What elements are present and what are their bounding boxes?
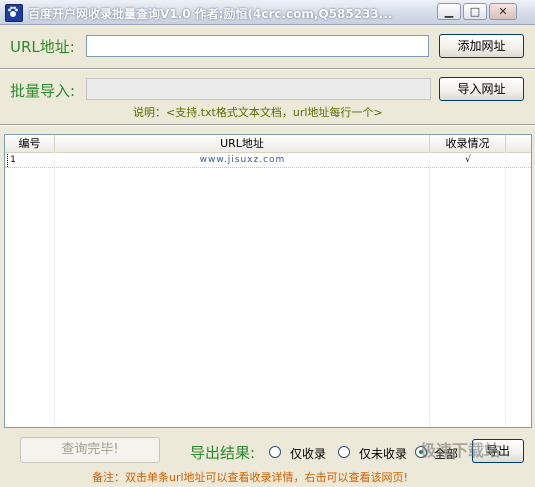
url-label: URL地址: <box>10 38 75 56</box>
import-hint: 说明：<支持.txt格式文本文档，url地址每行一个> <box>133 106 383 119</box>
divider <box>0 68 535 70</box>
title-bar[interactable]: 百度开户网收录批量查询V1.0 作者:励恒(4crc.com,Q585233..… <box>0 0 535 25</box>
add-url-button[interactable]: 添加网址 <box>439 34 524 58</box>
row-url: www.jisuxz.com <box>199 155 286 165</box>
radio-not-included-label: 仅未收录 <box>359 447 408 461</box>
url-list[interactable]: 编号 URL地址 收录情况 1 www.jisuxz.com √ <box>4 134 532 428</box>
batch-import-input <box>86 78 431 100</box>
grid-line <box>54 152 55 427</box>
query-button: 查询完毕! <box>20 437 160 463</box>
maximize-button[interactable]: □ <box>463 3 487 20</box>
column-status[interactable]: 收录情况 <box>430 135 506 152</box>
minimize-button[interactable]: ▁ <box>437 3 461 20</box>
window-title: 百度开户网收录批量查询V1.0 作者:励恒(4crc.com,Q585233..… <box>28 7 393 21</box>
url-input[interactable] <box>86 35 429 57</box>
row-index: 1 <box>7 154 18 167</box>
grid-line <box>505 152 506 427</box>
paw-icon <box>5 4 23 22</box>
divider <box>0 124 535 126</box>
maximize-icon: □ <box>469 5 481 18</box>
row-status: √ <box>465 155 471 165</box>
table-row[interactable]: 1 www.jisuxz.com √ <box>5 154 531 168</box>
radio-included-only[interactable] <box>269 446 281 458</box>
batch-import-label: 批量导入: <box>10 82 76 100</box>
import-url-button[interactable]: 导入网址 <box>439 77 524 101</box>
close-button[interactable]: ✕ <box>489 3 517 20</box>
watermark: 极速下载站 <box>420 441 501 460</box>
export-label: 导出结果: <box>190 444 256 462</box>
radio-not-included-only[interactable] <box>338 446 350 458</box>
column-url[interactable]: URL地址 <box>55 135 430 152</box>
close-icon: ✕ <box>498 5 508 18</box>
list-header: 编号 URL地址 收录情况 <box>5 135 531 153</box>
grid-line <box>429 152 430 427</box>
minimize-icon: ▁ <box>444 5 454 18</box>
footer-note: 备注：双击单条url地址可以查看收录详情，右击可以查看该网页! <box>92 471 408 484</box>
radio-included-label: 仅收录 <box>290 447 327 461</box>
column-index[interactable]: 编号 <box>5 135 55 152</box>
